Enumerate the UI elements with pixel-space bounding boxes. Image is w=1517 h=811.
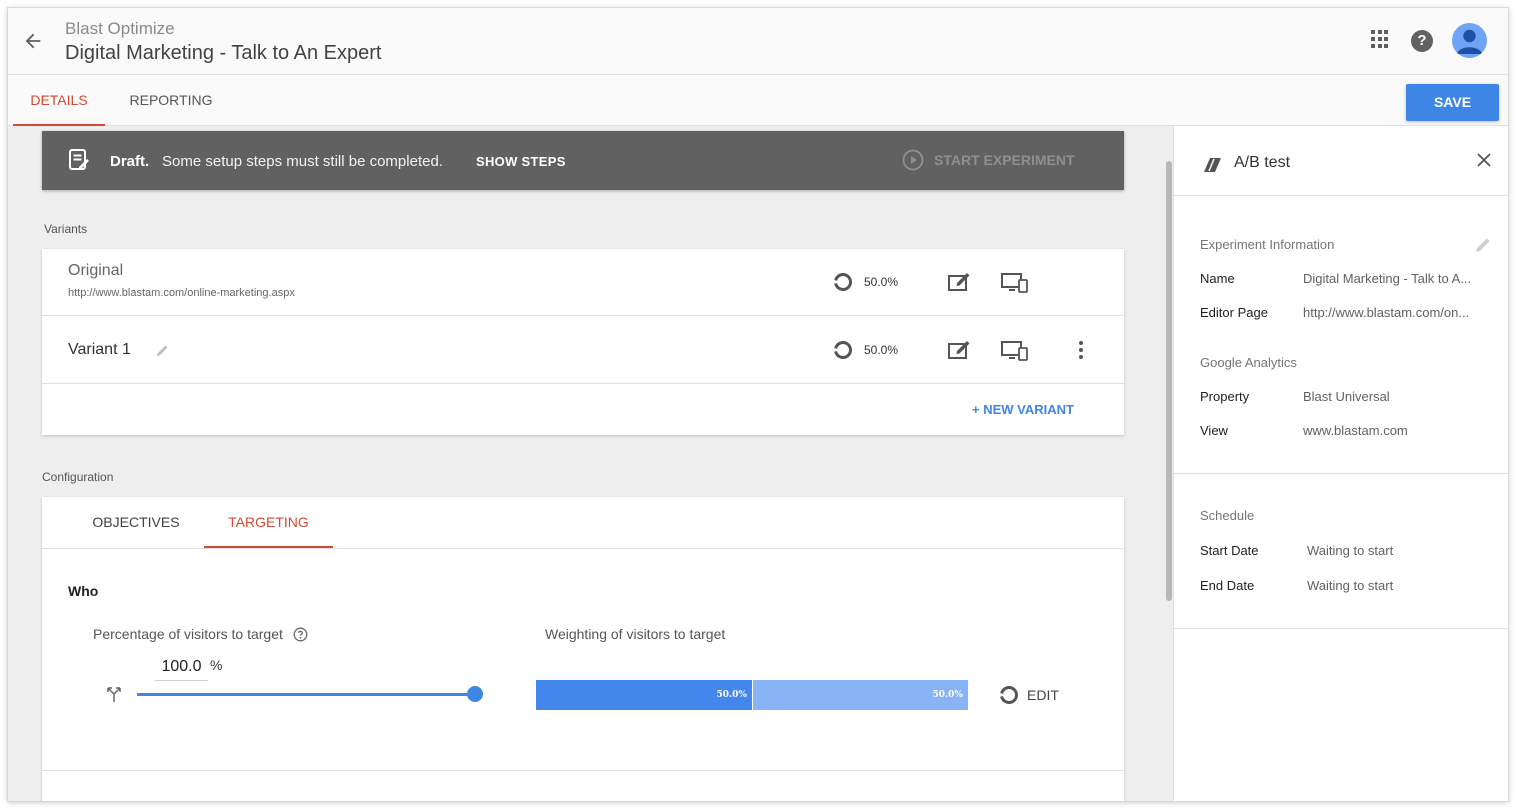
property-value: Blast Universal <box>1303 389 1390 404</box>
close-icon[interactable] <box>1476 152 1492 168</box>
name-label: Name <box>1200 271 1235 286</box>
variant-name: Variant 1 <box>68 341 131 358</box>
donut-icon <box>834 341 852 359</box>
devices-icon[interactable] <box>1000 271 1030 295</box>
panel-title: A/B test <box>1234 154 1291 171</box>
edit-square-icon[interactable] <box>947 271 971 293</box>
split-icon <box>107 687 121 702</box>
variant-name: Original <box>68 262 124 279</box>
end-date-value: Waiting to start <box>1307 578 1394 593</box>
percentage-input[interactable]: 100.0 <box>155 657 208 681</box>
experiment-info-heading: Experiment Information <box>1200 237 1335 252</box>
name-value: Digital Marketing - Talk to A... <box>1303 271 1472 286</box>
back-arrow-icon[interactable] <box>22 30 44 52</box>
end-date-label: End Date <box>1200 578 1255 593</box>
variant-row-original: Original http://www.blastam.com/online-m… <box>42 249 1124 316</box>
devices-icon[interactable] <box>1000 339 1030 363</box>
editor-page-value: http://www.blastam.com/on... <box>1303 305 1470 320</box>
draft-message: Some setup steps must still be completed… <box>162 153 443 170</box>
tab-objectives[interactable]: OBJECTIVES <box>84 497 188 548</box>
variant-weight[interactable]: 50.0% <box>833 272 898 292</box>
weighting-label: Weighting of visitors to target <box>545 626 726 642</box>
view-label: View <box>1200 423 1228 438</box>
draft-banner: Draft. Some setup steps must still be co… <box>42 131 1124 190</box>
variants-section-label: Variants <box>44 222 88 236</box>
start-experiment-button[interactable]: START EXPERIMENT <box>902 148 1075 172</box>
panel-header: A/B test <box>1174 126 1508 196</box>
tabs-bar: DETAILS REPORTING SAVE <box>8 75 1508 126</box>
edit-weighting-button[interactable]: EDIT <box>999 685 1059 705</box>
scrollbar-thumb[interactable] <box>1166 161 1172 601</box>
variants-card: Original http://www.blastam.com/online-m… <box>42 249 1124 435</box>
app-name: Blast Optimize <box>65 19 175 38</box>
percentage-label-text: Percentage of visitors to target <box>93 626 283 642</box>
configuration-section-label: Configuration <box>42 470 114 484</box>
variant-weight-value: 50.0% <box>864 275 899 289</box>
view-value: www.blastam.com <box>1303 423 1408 438</box>
who-heading: Who <box>68 583 99 599</box>
pencil-icon[interactable] <box>156 344 169 357</box>
property-label: Property <box>1200 389 1250 404</box>
percentage-label: Percentage of visitors to target <box>93 626 308 642</box>
divider <box>1174 473 1508 474</box>
variant-row-1: Variant 1 50.0% <box>42 316 1124 384</box>
ab-test-icon <box>1204 158 1221 172</box>
edit-square-icon[interactable] <box>947 339 971 361</box>
donut-icon <box>834 273 852 291</box>
divider <box>1174 628 1508 629</box>
weight-bar-original[interactable]: 50.0% <box>536 680 752 710</box>
draft-status: Draft. <box>110 153 150 170</box>
schedule-heading: Schedule <box>1200 508 1255 523</box>
show-steps-link[interactable]: SHOW STEPS <box>476 154 566 169</box>
percentage-sign: % <box>210 657 223 673</box>
tab-targeting[interactable]: TARGETING <box>204 497 333 548</box>
start-experiment-label: START EXPERIMENT <box>934 152 1075 168</box>
tab-reporting[interactable]: REPORTING <box>118 75 224 126</box>
weight-bar-variant-1[interactable]: 50.0% <box>753 680 968 710</box>
configuration-card: OBJECTIVES TARGETING Who Percentage of v… <box>42 497 1124 801</box>
percentage-slider-thumb[interactable] <box>467 686 483 702</box>
editor-page-label: Editor Page <box>1200 305 1268 320</box>
variant-url: http://www.blastam.com/online-marketing.… <box>68 287 295 299</box>
start-date-value: Waiting to start <box>1307 543 1394 558</box>
details-side-panel: A/B test Experiment Information Name Dig… <box>1173 126 1508 801</box>
pencil-icon[interactable] <box>1474 236 1492 254</box>
apps-grid-icon[interactable] <box>1371 30 1390 49</box>
save-button[interactable]: SAVE <box>1406 84 1499 121</box>
variant-weight-value: 50.0% <box>864 343 899 357</box>
percentage-slider-track[interactable] <box>137 693 475 696</box>
divider <box>42 770 1124 771</box>
avatar-icon[interactable] <box>1452 23 1487 58</box>
document-edit-icon <box>69 149 89 170</box>
more-vert-icon[interactable] <box>1078 340 1084 360</box>
variant-weight[interactable]: 50.0% <box>833 340 898 360</box>
tab-details[interactable]: DETAILS <box>13 75 105 126</box>
analytics-heading: Google Analytics <box>1200 355 1297 370</box>
app-window: Blast Optimize Digital Marketing - Talk … <box>8 8 1508 801</box>
edit-label: EDIT <box>1027 687 1059 703</box>
top-header: Blast Optimize Digital Marketing - Talk … <box>8 8 1508 75</box>
divider <box>42 548 1124 549</box>
donut-icon <box>1000 686 1018 704</box>
play-circle-icon <box>902 149 924 171</box>
experiment-title: Digital Marketing - Talk to An Expert <box>65 42 382 64</box>
start-date-label: Start Date <box>1200 543 1259 558</box>
question-circle-icon[interactable] <box>293 627 308 642</box>
help-icon[interactable]: ? <box>1411 30 1433 52</box>
new-variant-button[interactable]: + NEW VARIANT <box>972 402 1074 417</box>
